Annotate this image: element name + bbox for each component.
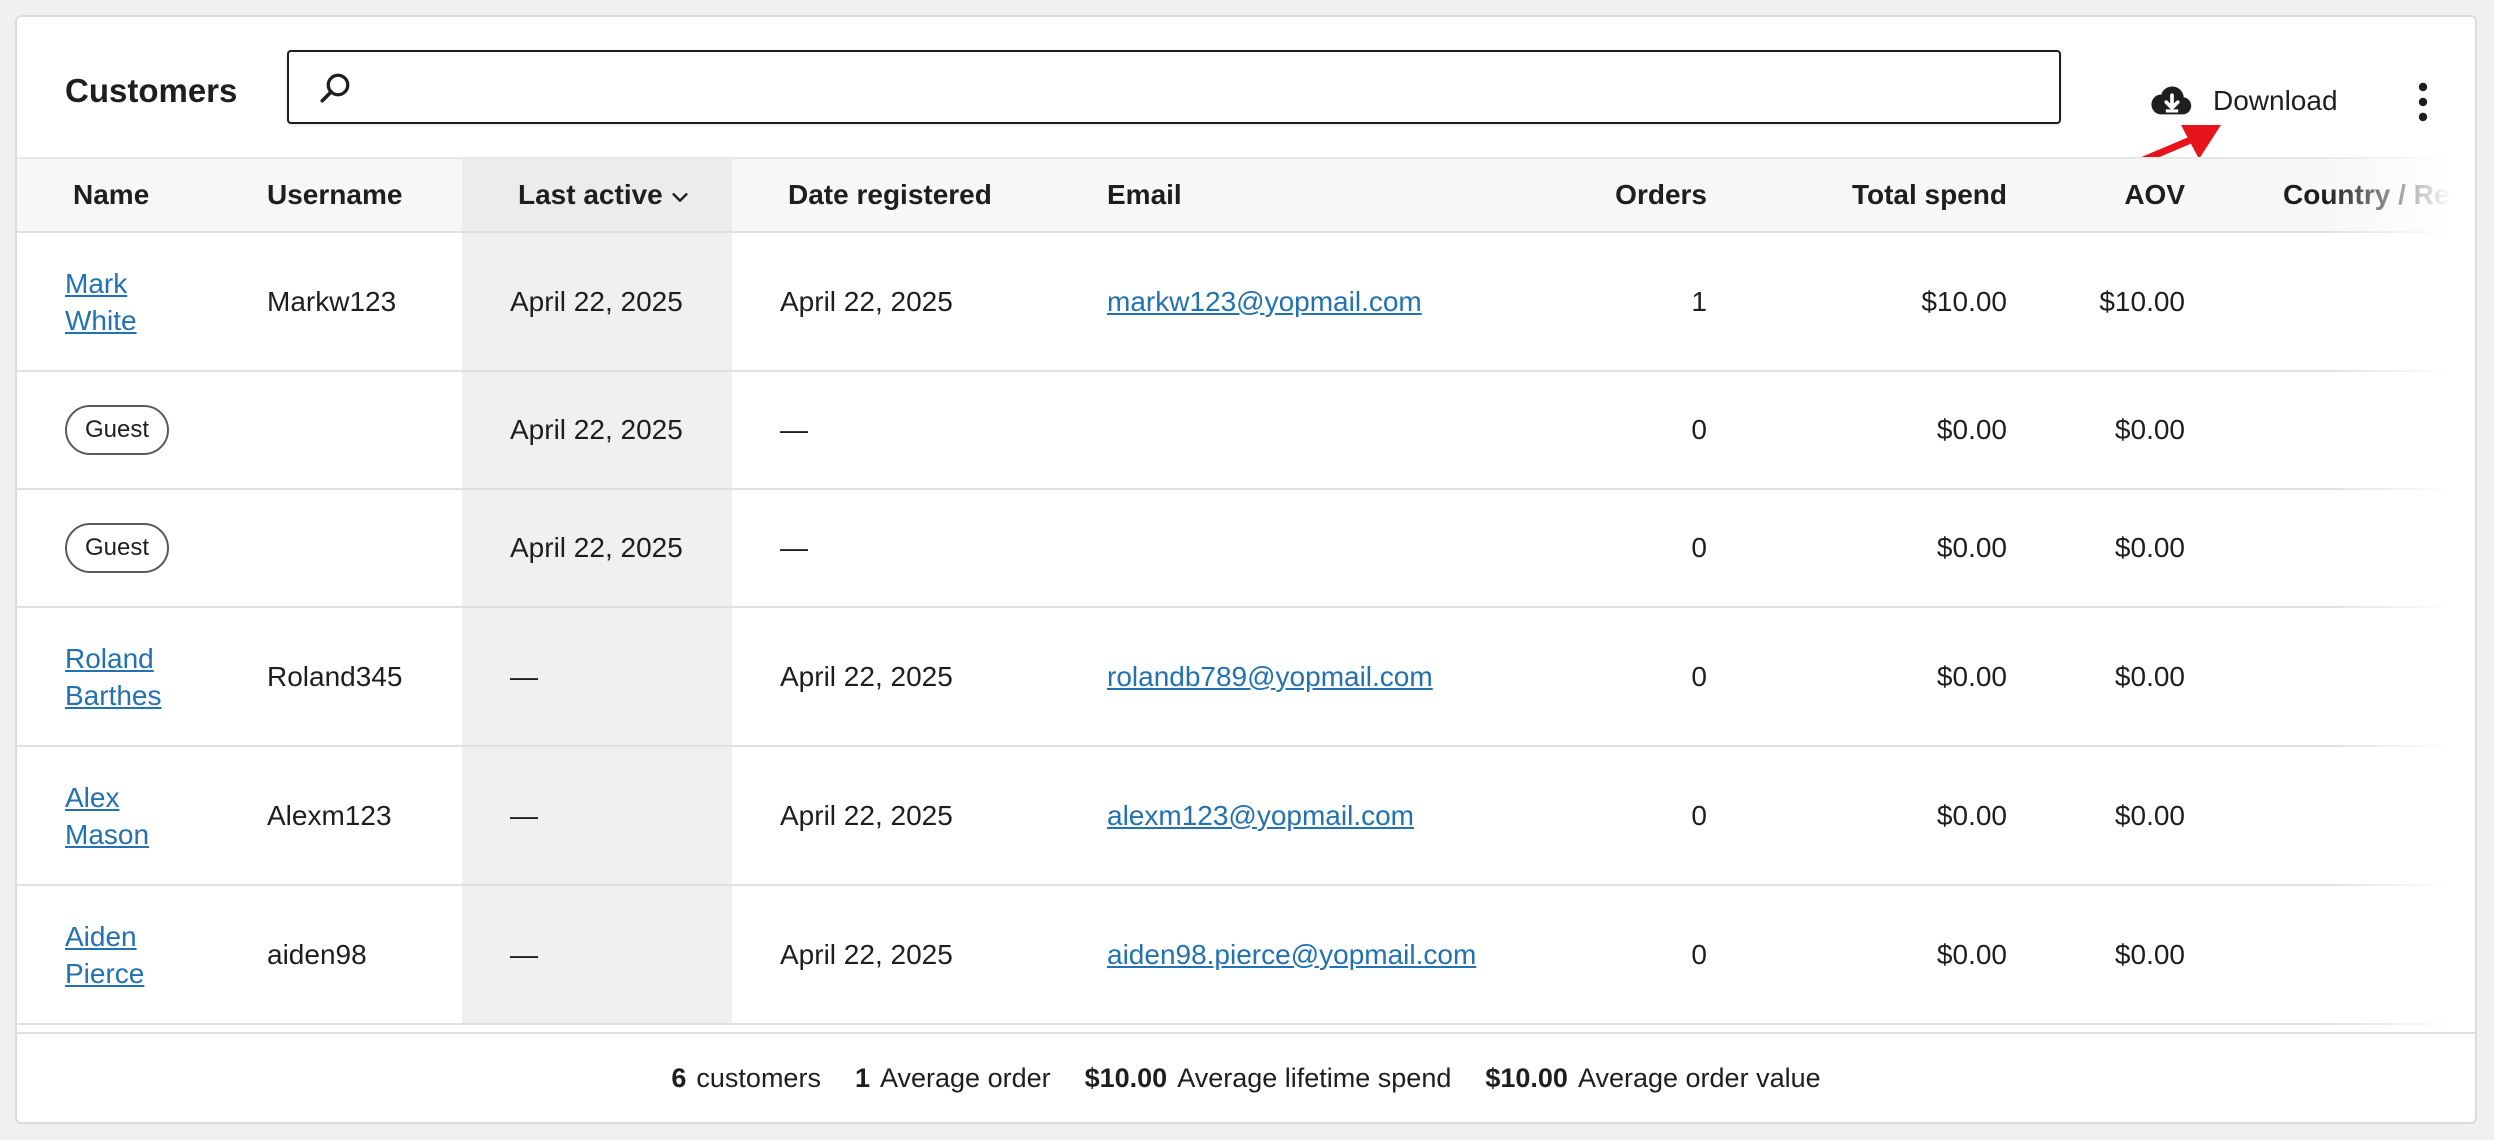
date-registered-cell: April 22, 2025 bbox=[780, 660, 953, 692]
username-cell: Markw123 bbox=[267, 285, 397, 317]
email-cell: markw123@yopmail.com bbox=[1052, 232, 1432, 371]
date-registered-cell: April 22, 2025 bbox=[780, 285, 953, 317]
country-cell bbox=[2185, 371, 2475, 489]
summary-average-order: 1 Average order bbox=[854, 1062, 1051, 1093]
more-vertical-icon[interactable] bbox=[2403, 79, 2443, 125]
summary-footer: 6 customers 1 Average order $10.00 Average … bbox=[17, 1032, 2475, 1122]
column-header-total-spend[interactable]: Total spend bbox=[1707, 158, 2007, 232]
column-header-country-region[interactable]: Country / Region bbox=[2185, 158, 2475, 232]
column-header-orders[interactable]: Orders bbox=[1432, 158, 1707, 232]
column-header-name[interactable]: Name bbox=[17, 158, 267, 232]
last-active-cell: April 22, 2025 bbox=[462, 232, 732, 371]
total-spend-cell: $0.00 bbox=[1936, 938, 2007, 970]
date-registered-cell: April 22, 2025 bbox=[780, 938, 953, 970]
column-header-aov[interactable]: AOV bbox=[2007, 158, 2185, 232]
table-row: Guest April 22, 2025 — 0 $0.00 $0.00 bbox=[17, 371, 2475, 489]
last-active-cell: April 22, 2025 bbox=[462, 371, 732, 489]
total-spend-cell: $0.00 bbox=[1936, 799, 2007, 831]
email-cell: aiden98.pierce@yopmail.com bbox=[1052, 885, 1476, 1024]
last-active-cell: — bbox=[462, 746, 732, 885]
column-header-last-active[interactable]: Last active bbox=[462, 158, 732, 232]
last-active-cell: April 22, 2025 bbox=[462, 489, 732, 607]
customer-name-cell: Guest bbox=[17, 489, 267, 607]
customer-name-link[interactable]: Alex Mason bbox=[65, 779, 155, 853]
customer-name-cell: Guest bbox=[17, 371, 267, 489]
orders-cell: 0 bbox=[1691, 660, 1707, 692]
table-row: Aiden Pierce aiden98 — April 22, 2025 aid… bbox=[17, 885, 2475, 1024]
total-spend-cell: $0.00 bbox=[1936, 532, 2007, 563]
email-link[interactable]: alexm123@yopmail.com bbox=[1107, 800, 1414, 831]
username-cell: Roland345 bbox=[267, 660, 403, 692]
panel-header: Customers Download bbox=[17, 17, 2475, 193]
aov-cell: $0.00 bbox=[2114, 414, 2185, 445]
aov-cell: $0.00 bbox=[2114, 799, 2185, 831]
summary-average-order-value: $10.00 Average order value bbox=[1485, 1062, 1821, 1093]
customer-name-cell: Alex Mason bbox=[17, 746, 267, 885]
orders-cell: 0 bbox=[1691, 799, 1707, 831]
email-link[interactable]: rolandb789@yopmail.com bbox=[1107, 661, 1433, 692]
search-box[interactable] bbox=[287, 50, 2061, 124]
username-cell bbox=[267, 489, 462, 607]
guest-badge: Guest bbox=[65, 523, 170, 573]
orders-cell: 0 bbox=[1691, 414, 1707, 445]
guest-badge: Guest bbox=[65, 405, 170, 455]
page-title: Customers bbox=[65, 72, 238, 109]
aov-cell: $10.00 bbox=[2099, 285, 2185, 317]
email-link[interactable]: markw123@yopmail.com bbox=[1107, 286, 1422, 317]
table-row: Guest April 22, 2025 — 0 $0.00 $0.00 bbox=[17, 489, 2475, 607]
username-cell bbox=[267, 371, 462, 489]
date-registered-cell: April 22, 2025 bbox=[780, 799, 953, 831]
username-cell: aiden98 bbox=[267, 938, 367, 970]
aov-cell: $0.00 bbox=[2114, 938, 2185, 970]
chevron-down-icon bbox=[672, 192, 688, 202]
date-registered-cell: — bbox=[780, 414, 808, 445]
country-cell bbox=[2185, 607, 2475, 746]
customer-name-cell: Roland Barthes bbox=[17, 607, 267, 746]
username-cell: Alexm123 bbox=[267, 799, 392, 831]
email-cell: alexm123@yopmail.com bbox=[1052, 746, 1432, 885]
summary-average-lifetime-spend: $10.00 Average lifetime spend bbox=[1084, 1062, 1452, 1093]
table-row: Mark White Markw123 April 22, 2025 April … bbox=[17, 232, 2475, 371]
customer-name-cell: Aiden Pierce bbox=[17, 885, 267, 1024]
date-registered-cell: — bbox=[780, 532, 808, 563]
column-header-username[interactable]: Username bbox=[267, 158, 462, 232]
country-cell bbox=[2185, 232, 2475, 371]
table-row: Alex Mason Alexm123 — April 22, 2025 alex… bbox=[17, 746, 2475, 885]
customer-name-link[interactable]: Aiden Pierce bbox=[65, 918, 155, 992]
aov-cell: $0.00 bbox=[2114, 532, 2185, 563]
summary-customers: 6 customers bbox=[671, 1062, 821, 1093]
table-row: Roland Barthes Roland345 — April 22, 2025… bbox=[17, 607, 2475, 746]
orders-cell: 1 bbox=[1691, 285, 1707, 317]
last-active-cell: — bbox=[462, 885, 732, 1024]
email-cell: rolandb789@yopmail.com bbox=[1052, 607, 1433, 746]
customer-name-link[interactable]: Mark White bbox=[65, 265, 155, 339]
table-header-row: Name Username Last active Date registere… bbox=[17, 158, 2475, 232]
column-header-date-registered[interactable]: Date registered bbox=[732, 158, 1052, 232]
email-cell bbox=[1052, 371, 1432, 489]
total-spend-cell: $0.00 bbox=[1936, 414, 2007, 445]
customers-panel: Customers Download Name Username Last ac… bbox=[15, 15, 2477, 1124]
aov-cell: $0.00 bbox=[2114, 660, 2185, 692]
total-spend-cell: $10.00 bbox=[1921, 285, 2007, 317]
country-cell bbox=[2185, 885, 2475, 1024]
customers-table: Name Username Last active Date registere… bbox=[17, 157, 2475, 1025]
orders-cell: 0 bbox=[1691, 532, 1707, 563]
customer-name-link[interactable]: Roland Barthes bbox=[65, 640, 162, 714]
country-cell bbox=[2185, 746, 2475, 885]
search-input[interactable] bbox=[369, 62, 2043, 114]
customers-table-container: Name Username Last active Date registere… bbox=[17, 157, 2475, 1037]
last-active-cell: — bbox=[462, 607, 732, 746]
email-link[interactable]: aiden98.pierce@yopmail.com bbox=[1107, 939, 1476, 970]
email-cell bbox=[1052, 489, 1432, 607]
search-icon bbox=[320, 73, 350, 103]
total-spend-cell: $0.00 bbox=[1936, 660, 2007, 692]
column-header-email[interactable]: Email bbox=[1052, 158, 1432, 232]
country-cell bbox=[2185, 489, 2475, 607]
customer-name-cell: Mark White bbox=[17, 232, 267, 371]
